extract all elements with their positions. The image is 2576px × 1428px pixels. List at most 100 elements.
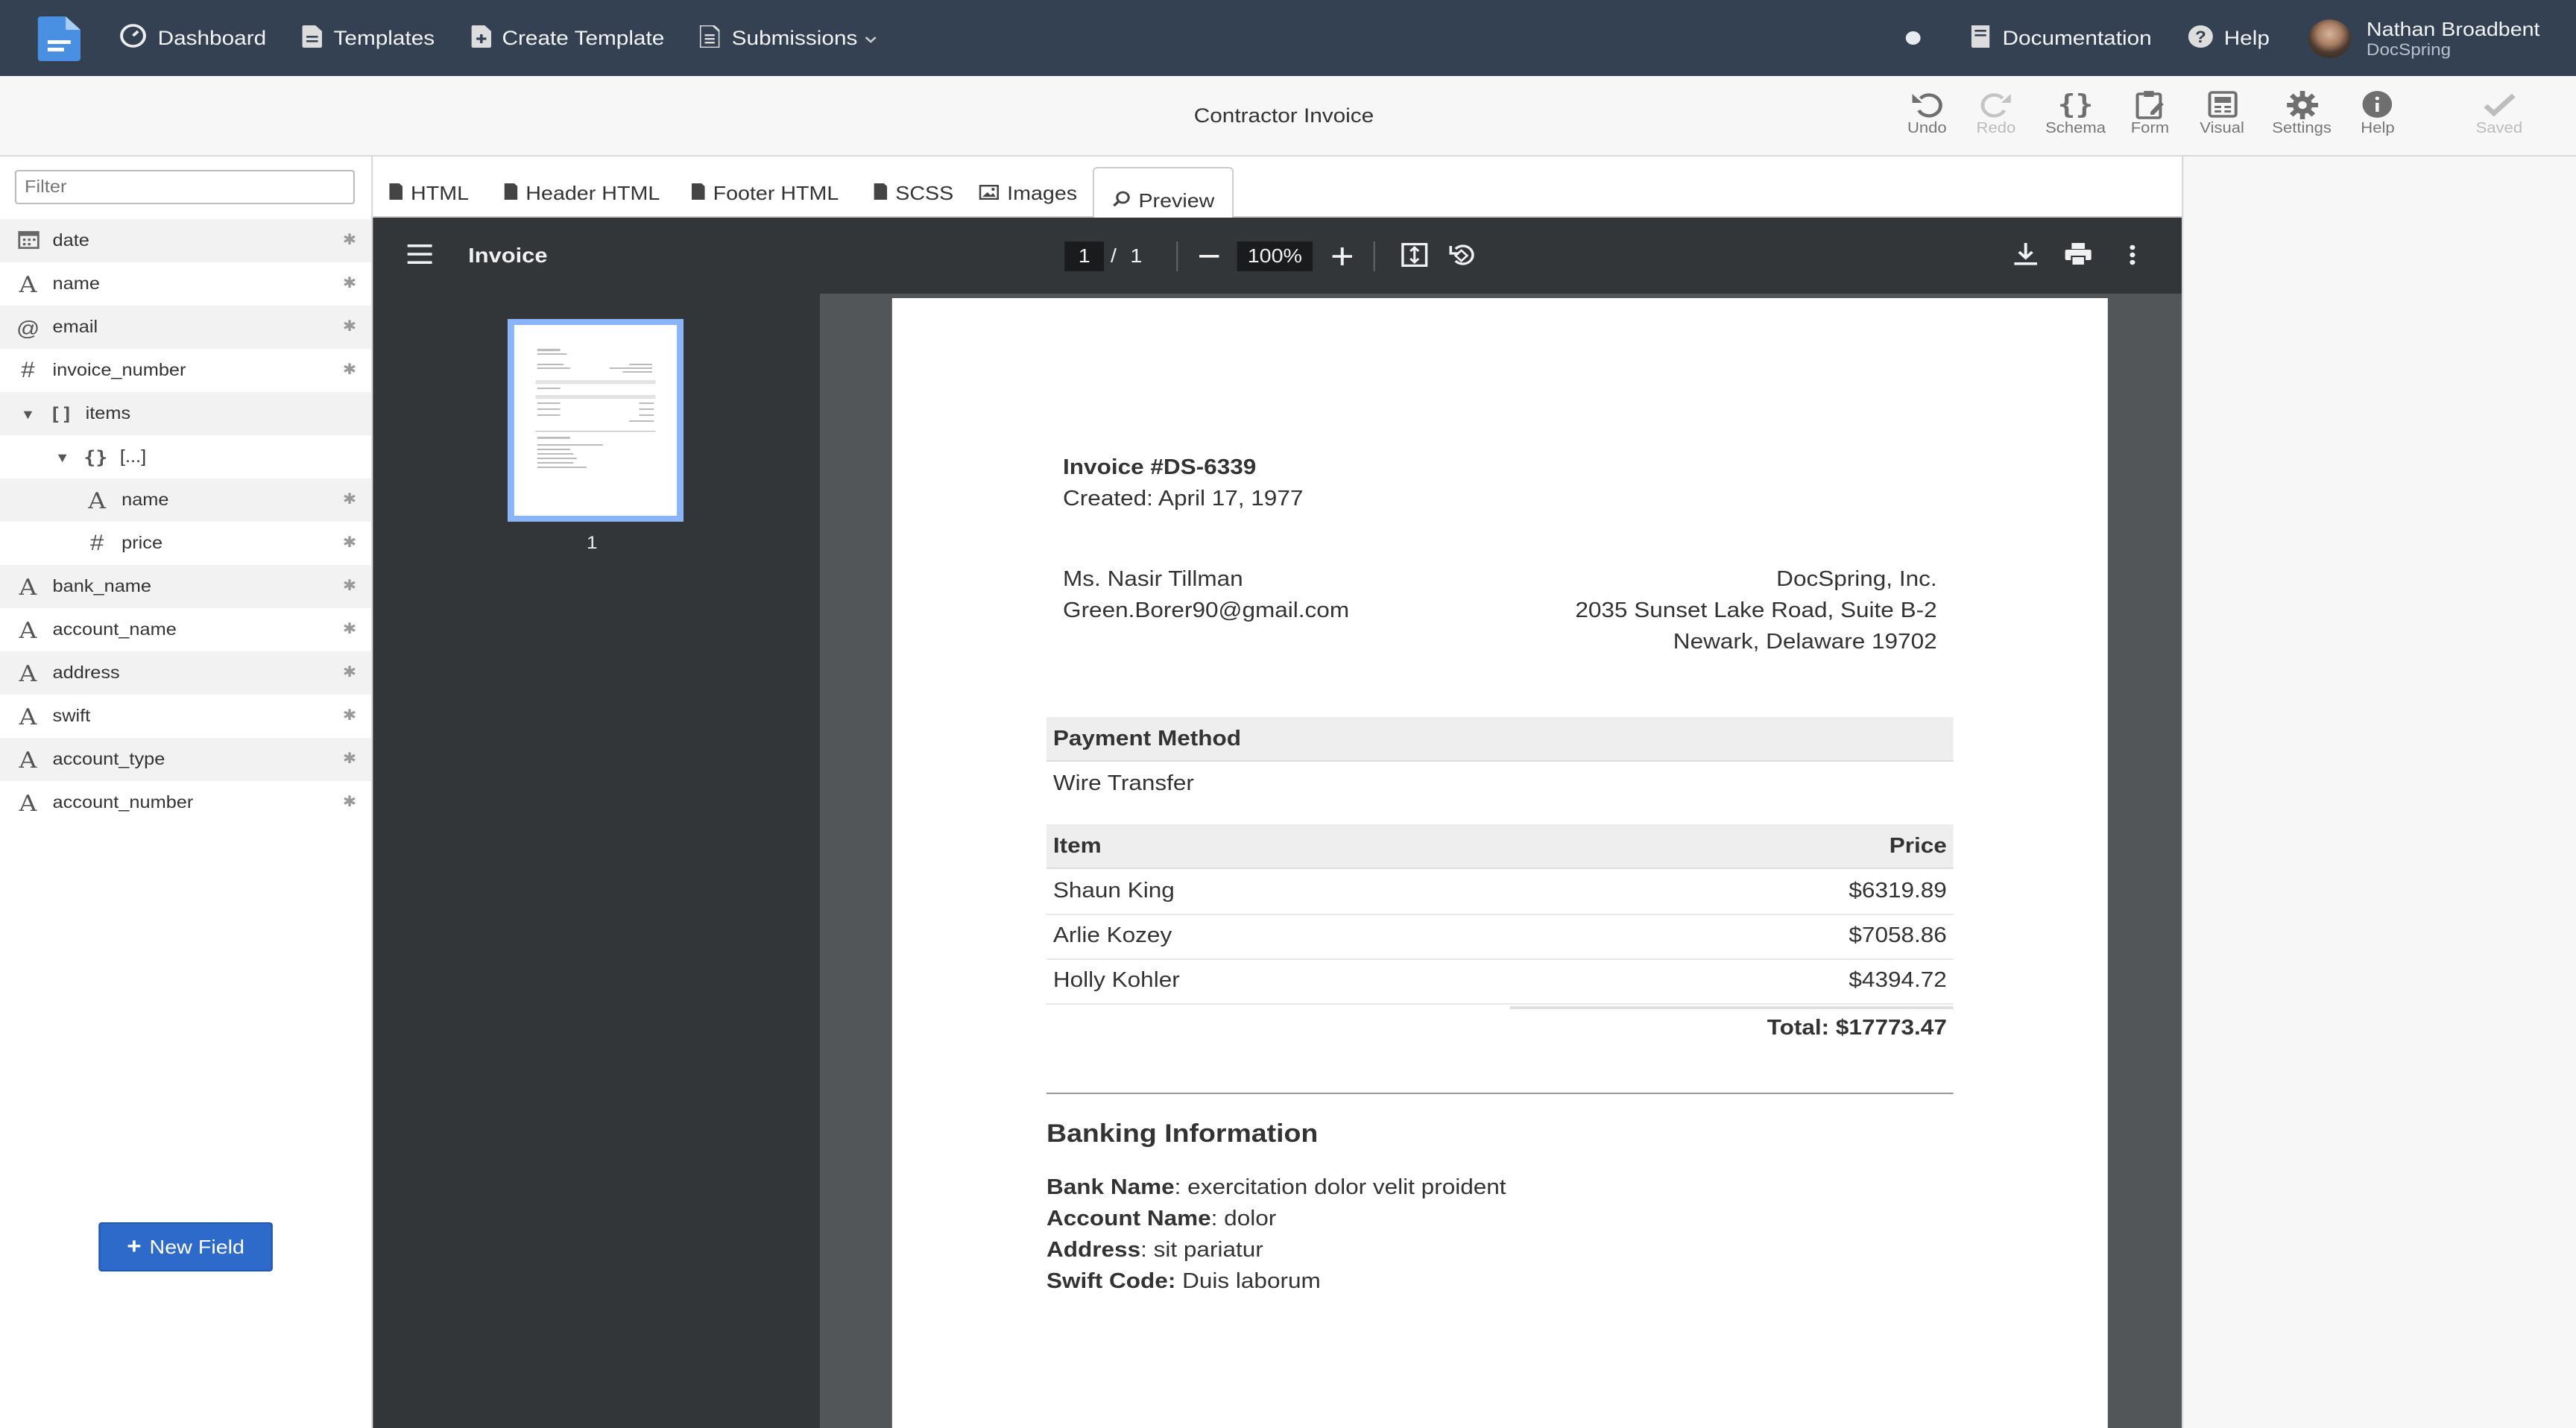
print-icon[interactable] bbox=[2065, 243, 2092, 273]
field-label: address bbox=[52, 664, 120, 682]
field-address[interactable]: A address ✱ bbox=[0, 651, 372, 695]
template-title: Contractor Invoice bbox=[1193, 104, 1374, 127]
field-account-name[interactable]: A account_name ✱ bbox=[0, 608, 371, 651]
zoom-in-icon[interactable] bbox=[1332, 246, 1352, 273]
avatar[interactable] bbox=[2308, 19, 2352, 57]
field-date[interactable]: date ✱ bbox=[0, 219, 372, 262]
check-icon bbox=[2483, 88, 2515, 121]
field-bank-name[interactable]: A bank_name ✱ bbox=[0, 565, 372, 608]
calendar-icon bbox=[16, 229, 40, 253]
status-dot-icon bbox=[1905, 31, 1921, 45]
nav-templates-label: Templates bbox=[333, 27, 435, 49]
field-items-object[interactable]: ▼ {} [...] bbox=[0, 435, 371, 478]
nav-templates[interactable]: Templates bbox=[302, 25, 435, 51]
undo-button[interactable]: Undo bbox=[1907, 88, 1947, 137]
more-options-icon[interactable] bbox=[2130, 244, 2136, 273]
field-label: name bbox=[52, 275, 100, 293]
field-account-number[interactable]: A account_number ✱ bbox=[0, 781, 371, 824]
nav-create-template-label: Create Template bbox=[502, 27, 665, 49]
menu-icon[interactable] bbox=[407, 244, 432, 271]
tab-preview[interactable]: Preview bbox=[1092, 167, 1234, 219]
field-label: invoice_number bbox=[52, 361, 186, 379]
required-icon: ✱ bbox=[342, 578, 357, 595]
required-icon: ✱ bbox=[342, 751, 357, 768]
visual-button[interactable]: Visual bbox=[2200, 88, 2244, 137]
account-name-label: Account Name bbox=[1046, 1207, 1211, 1231]
account-name-value: : dolor bbox=[1210, 1207, 1277, 1231]
schema-button[interactable]: {} Schema bbox=[2045, 88, 2106, 137]
field-item-name[interactable]: A name ✱ bbox=[0, 478, 372, 522]
table-row bbox=[1046, 871, 1954, 915]
field-email[interactable]: @ email ✱ bbox=[0, 306, 372, 349]
page-thumbnail[interactable] bbox=[508, 319, 684, 522]
text-icon: A bbox=[19, 271, 37, 297]
braces-icon: {} bbox=[2057, 89, 2094, 120]
field-label: date bbox=[52, 232, 89, 250]
page-total: 1 bbox=[1130, 244, 1143, 267]
field-item-price[interactable]: # price ✱ bbox=[0, 522, 371, 565]
nav-dashboard-label: Dashboard bbox=[157, 27, 267, 49]
image-icon bbox=[979, 182, 1000, 204]
field-label: price bbox=[121, 534, 163, 552]
nav-documentation[interactable]: Documentation bbox=[1969, 25, 2152, 51]
plus-icon: + bbox=[127, 1234, 142, 1260]
settings-button[interactable]: Settings bbox=[2272, 88, 2332, 137]
redo-button[interactable]: Redo bbox=[1977, 88, 2015, 137]
question-icon: ? bbox=[2188, 25, 2213, 51]
field-list: date ✱ A name ✱ @ email ✱ # invoice_numb… bbox=[0, 219, 372, 824]
required-icon: ✱ bbox=[342, 708, 357, 724]
required-icon: ✱ bbox=[342, 665, 357, 681]
filter-input[interactable] bbox=[14, 170, 356, 204]
field-swift[interactable]: A swift ✱ bbox=[0, 695, 371, 738]
zoom-level[interactable]: 100% bbox=[1237, 241, 1313, 271]
nav-create-template[interactable]: Create Template bbox=[470, 25, 665, 51]
zoom-out-icon[interactable] bbox=[1199, 246, 1219, 273]
invoice-created: Created: April 17, 1977 bbox=[1063, 487, 1304, 511]
item-name: Arlie Kozey bbox=[1052, 924, 1172, 948]
user-menu[interactable]: Nathan Broadbent DocSpring bbox=[2367, 17, 2540, 59]
tab-scss[interactable]: SCSS bbox=[874, 182, 953, 204]
page-number-input[interactable]: 1 bbox=[1064, 241, 1105, 271]
fields-sidebar: date ✱ A name ✱ @ email ✱ # invoice_numb… bbox=[0, 157, 373, 1428]
download-icon[interactable] bbox=[2014, 243, 2038, 273]
docspring-logo[interactable] bbox=[37, 16, 81, 60]
tab-images[interactable]: Images bbox=[979, 182, 1077, 204]
new-field-button[interactable]: + New Field bbox=[98, 1222, 273, 1271]
object-icon: {} bbox=[83, 446, 108, 467]
tab-header-html[interactable]: Header HTML bbox=[504, 182, 660, 204]
chevron-down-icon bbox=[864, 27, 877, 49]
field-account-type[interactable]: A account_type ✱ bbox=[0, 738, 372, 781]
required-icon: ✱ bbox=[342, 535, 357, 552]
form-button[interactable]: Form bbox=[2131, 88, 2169, 137]
address-label: Address bbox=[1046, 1239, 1141, 1263]
fit-page-icon[interactable] bbox=[1401, 243, 1428, 274]
field-invoice-number[interactable]: # invoice_number ✱ bbox=[0, 349, 371, 392]
visual-icon bbox=[2207, 88, 2237, 121]
text-icon: A bbox=[19, 660, 37, 686]
tab-label: Images bbox=[1007, 182, 1078, 204]
items-table-header bbox=[1046, 824, 1954, 869]
swift-value: Duis laborum bbox=[1175, 1270, 1321, 1294]
swift-line: Swift Code: Duis laborum bbox=[1046, 1270, 1321, 1294]
editor-toolbar: Contractor Invoice Undo Redo {} Schema F… bbox=[0, 76, 2576, 157]
hash-icon: # bbox=[21, 358, 35, 383]
nav-help[interactable]: ? Help bbox=[2188, 25, 2270, 51]
file-icon bbox=[389, 182, 403, 204]
text-icon: A bbox=[19, 573, 37, 600]
tab-footer-html[interactable]: Footer HTML bbox=[691, 182, 839, 204]
field-label: swift bbox=[52, 707, 91, 725]
info-icon bbox=[2363, 88, 2393, 121]
schema-label: Schema bbox=[2045, 121, 2106, 137]
nav-dashboard[interactable]: Dashboard bbox=[120, 24, 266, 52]
saved-label: Saved bbox=[2475, 121, 2523, 137]
rotate-icon[interactable] bbox=[1449, 243, 1475, 274]
nav-help-label: Help bbox=[2223, 27, 2270, 49]
field-items[interactable]: ▼ [] items bbox=[0, 392, 372, 435]
tab-html[interactable]: HTML bbox=[389, 182, 469, 204]
nav-submissions[interactable]: Submissions bbox=[699, 23, 888, 51]
new-field-label: New Field bbox=[149, 1236, 244, 1258]
tab-label: Preview bbox=[1138, 189, 1215, 212]
tab-label: Footer HTML bbox=[713, 182, 839, 204]
field-name[interactable]: A name ✱ bbox=[0, 262, 371, 306]
help-button[interactable]: Help bbox=[2361, 88, 2395, 137]
